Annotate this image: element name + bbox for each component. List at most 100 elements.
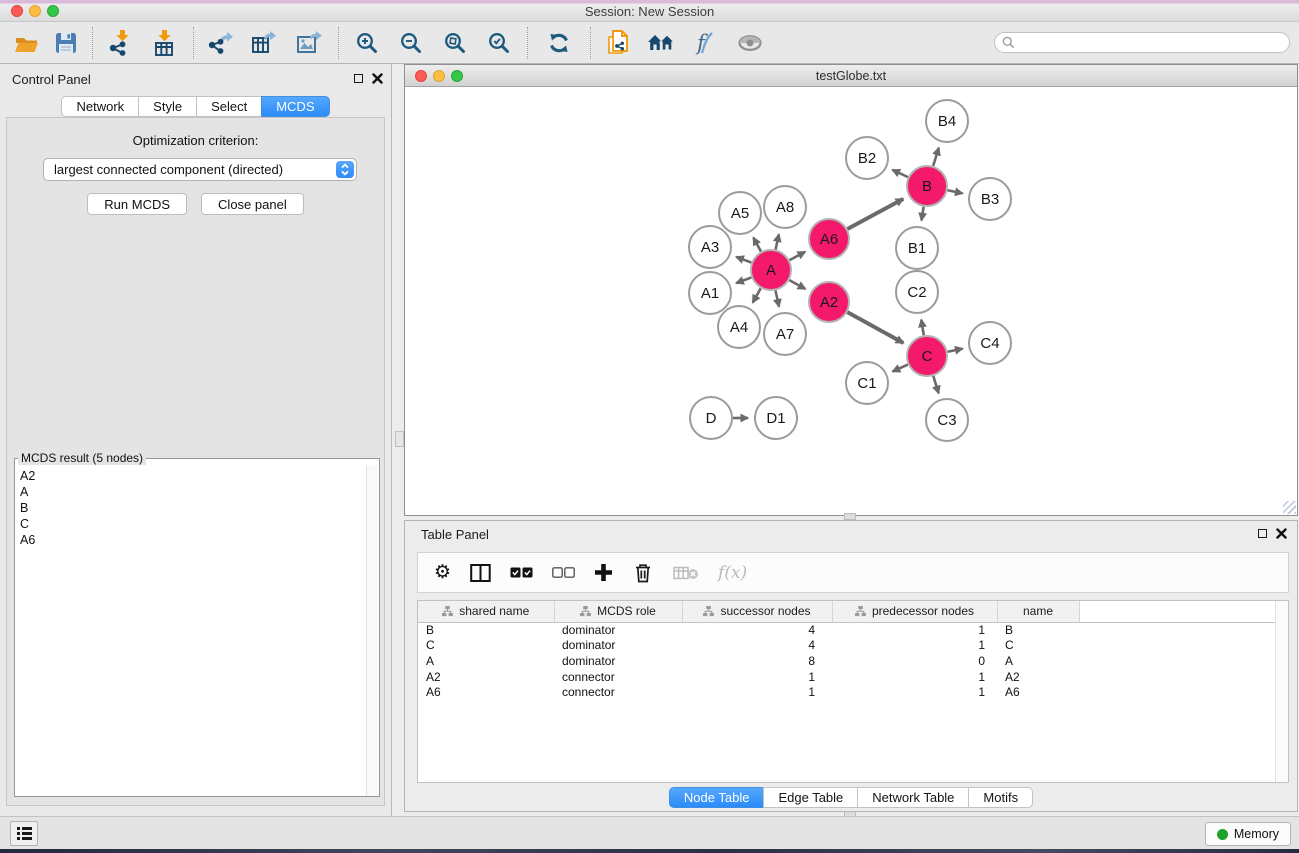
tab-network-table[interactable]: Network Table	[857, 787, 969, 808]
graph-edge-A2-C[interactable]	[847, 312, 903, 343]
table-scrollbar[interactable]	[1275, 601, 1288, 782]
graph-edge-B-B1[interactable]	[921, 207, 923, 221]
result-item[interactable]: B	[20, 500, 365, 516]
table-cell[interactable]: 1	[682, 669, 832, 685]
graph-node-A[interactable]: A	[751, 250, 791, 290]
memory-button[interactable]: Memory	[1205, 822, 1291, 846]
graph-node-B2[interactable]: B2	[846, 137, 888, 179]
select-all-rows-button[interactable]	[510, 567, 533, 578]
network-window-titlebar[interactable]: testGlobe.txt	[405, 65, 1297, 87]
export-network-button[interactable]	[200, 25, 242, 61]
table-cell[interactable]: B	[997, 622, 1079, 638]
export-image-button[interactable]	[286, 25, 332, 61]
table-row[interactable]: Adominator80A	[418, 653, 1288, 669]
close-panel-button[interactable]: Close panel	[201, 193, 304, 215]
table-cell[interactable]: 1	[832, 684, 997, 700]
column-header-name[interactable]: name	[997, 601, 1079, 622]
export-table-button[interactable]	[242, 25, 286, 61]
graph-node-C3[interactable]: C3	[926, 399, 968, 441]
graph-edge-A-A5[interactable]	[753, 238, 761, 252]
float-table-panel-icon[interactable]	[1258, 529, 1267, 538]
result-scrollbar[interactable]	[366, 465, 379, 796]
graph-node-B[interactable]: B	[907, 166, 947, 206]
table-header-row[interactable]: shared nameMCDS rolesuccessor nodesprede…	[418, 601, 1288, 622]
graph-edge-C-C3[interactable]	[933, 376, 938, 393]
graph-node-A4[interactable]: A4	[718, 306, 760, 348]
table-cell[interactable]: A6	[418, 684, 554, 700]
column-header-successor-nodes[interactable]: successor nodes	[682, 601, 832, 622]
graph-edge-A-A7[interactable]	[775, 291, 779, 307]
delete-table-button[interactable]	[673, 565, 699, 581]
graph-node-A8[interactable]: A8	[764, 186, 806, 228]
table-settings-button[interactable]: ⚙	[434, 563, 451, 582]
table-cell[interactable]: 8	[682, 653, 832, 669]
graph-node-B1[interactable]: B1	[896, 227, 938, 269]
vizmap-format-button[interactable]: f	[683, 25, 727, 61]
table-cell[interactable]: A	[997, 653, 1079, 669]
graph-edge-A-A4[interactable]	[753, 288, 761, 302]
graph-edge-B-B2[interactable]	[892, 170, 908, 177]
graph-node-A5[interactable]: A5	[719, 192, 761, 234]
home-view-button[interactable]	[639, 25, 683, 61]
node-table[interactable]: shared nameMCDS rolesuccessor nodesprede…	[417, 600, 1289, 783]
result-item[interactable]: A	[20, 484, 365, 500]
graph-node-C2[interactable]: C2	[896, 271, 938, 313]
tab-motifs[interactable]: Motifs	[968, 787, 1033, 808]
result-item[interactable]: A2	[20, 468, 365, 484]
graph-node-B4[interactable]: B4	[926, 100, 968, 142]
table-row[interactable]: Bdominator41B	[418, 622, 1288, 638]
table-cell[interactable]: B	[418, 622, 554, 638]
network-canvas[interactable]: AA1A2A3A4A5A6A7A8BB1B2B3B4CC1C2C3C4DD1	[405, 88, 1297, 515]
open-session-button[interactable]	[6, 25, 46, 61]
graph-node-A6[interactable]: A6	[809, 219, 849, 259]
table-cell[interactable]: 4	[682, 622, 832, 638]
search-input[interactable]	[1019, 36, 1282, 50]
graph-node-C[interactable]: C	[907, 336, 947, 376]
refresh-button[interactable]	[534, 25, 584, 61]
column-header-MCDS-role[interactable]: MCDS role	[554, 601, 682, 622]
graph-node-C4[interactable]: C4	[969, 322, 1011, 364]
table-row[interactable]: A6connector11A6	[418, 684, 1288, 700]
graph-edge-A6-B[interactable]	[847, 199, 903, 229]
graph-node-A1[interactable]: A1	[689, 272, 731, 314]
result-item[interactable]: C	[20, 516, 365, 532]
criterion-select[interactable]: largest connected component (directed)	[43, 158, 357, 181]
graph-node-B3[interactable]: B3	[969, 178, 1011, 220]
table-cell[interactable]: 1	[832, 622, 997, 638]
graph-edge-C-C4[interactable]	[948, 349, 963, 352]
result-item[interactable]: A6	[20, 532, 365, 548]
column-visibility-button[interactable]	[470, 563, 491, 583]
graph-edge-A-A3[interactable]	[736, 257, 751, 263]
table-cell[interactable]: dominator	[554, 653, 682, 669]
horizontal-splitter-grip[interactable]	[844, 513, 856, 520]
column-header-predecessor-nodes[interactable]: predecessor nodes	[832, 601, 997, 622]
graph-node-A7[interactable]: A7	[764, 313, 806, 355]
graph-edge-B-B3[interactable]	[948, 190, 963, 193]
add-column-button[interactable]	[594, 563, 613, 582]
graph-edge-B-B4[interactable]	[933, 148, 939, 166]
table-row[interactable]: A2connector11A2	[418, 669, 1288, 685]
graph-edge-C-C2[interactable]	[921, 320, 923, 336]
show-hide-button[interactable]	[727, 25, 773, 61]
new-network-from-file-button[interactable]	[597, 25, 639, 61]
tab-style[interactable]: Style	[138, 96, 197, 117]
zoom-in-button[interactable]	[345, 25, 389, 61]
graph-node-C1[interactable]: C1	[846, 362, 888, 404]
tab-network[interactable]: Network	[61, 96, 139, 117]
table-cell[interactable]: A2	[997, 669, 1079, 685]
window-resize-grip[interactable]	[1283, 501, 1296, 514]
table-cell[interactable]: A6	[997, 684, 1079, 700]
table-cell[interactable]: 4	[682, 638, 832, 654]
tab-select[interactable]: Select	[196, 96, 262, 117]
table-cell[interactable]: C	[997, 638, 1079, 654]
graph-node-A2[interactable]: A2	[809, 282, 849, 322]
import-table-button[interactable]	[143, 25, 187, 61]
search-field[interactable]	[994, 32, 1290, 53]
zoom-selected-button[interactable]	[477, 25, 521, 61]
vertical-splitter-grip[interactable]	[395, 431, 404, 447]
float-panel-icon[interactable]	[354, 74, 363, 83]
deselect-all-rows-button[interactable]	[552, 567, 575, 578]
network-graph[interactable]: AA1A2A3A4A5A6A7A8BB1B2B3B4CC1C2C3C4DD1	[405, 88, 1297, 515]
table-cell[interactable]: 1	[682, 684, 832, 700]
import-network-button[interactable]	[99, 25, 143, 61]
